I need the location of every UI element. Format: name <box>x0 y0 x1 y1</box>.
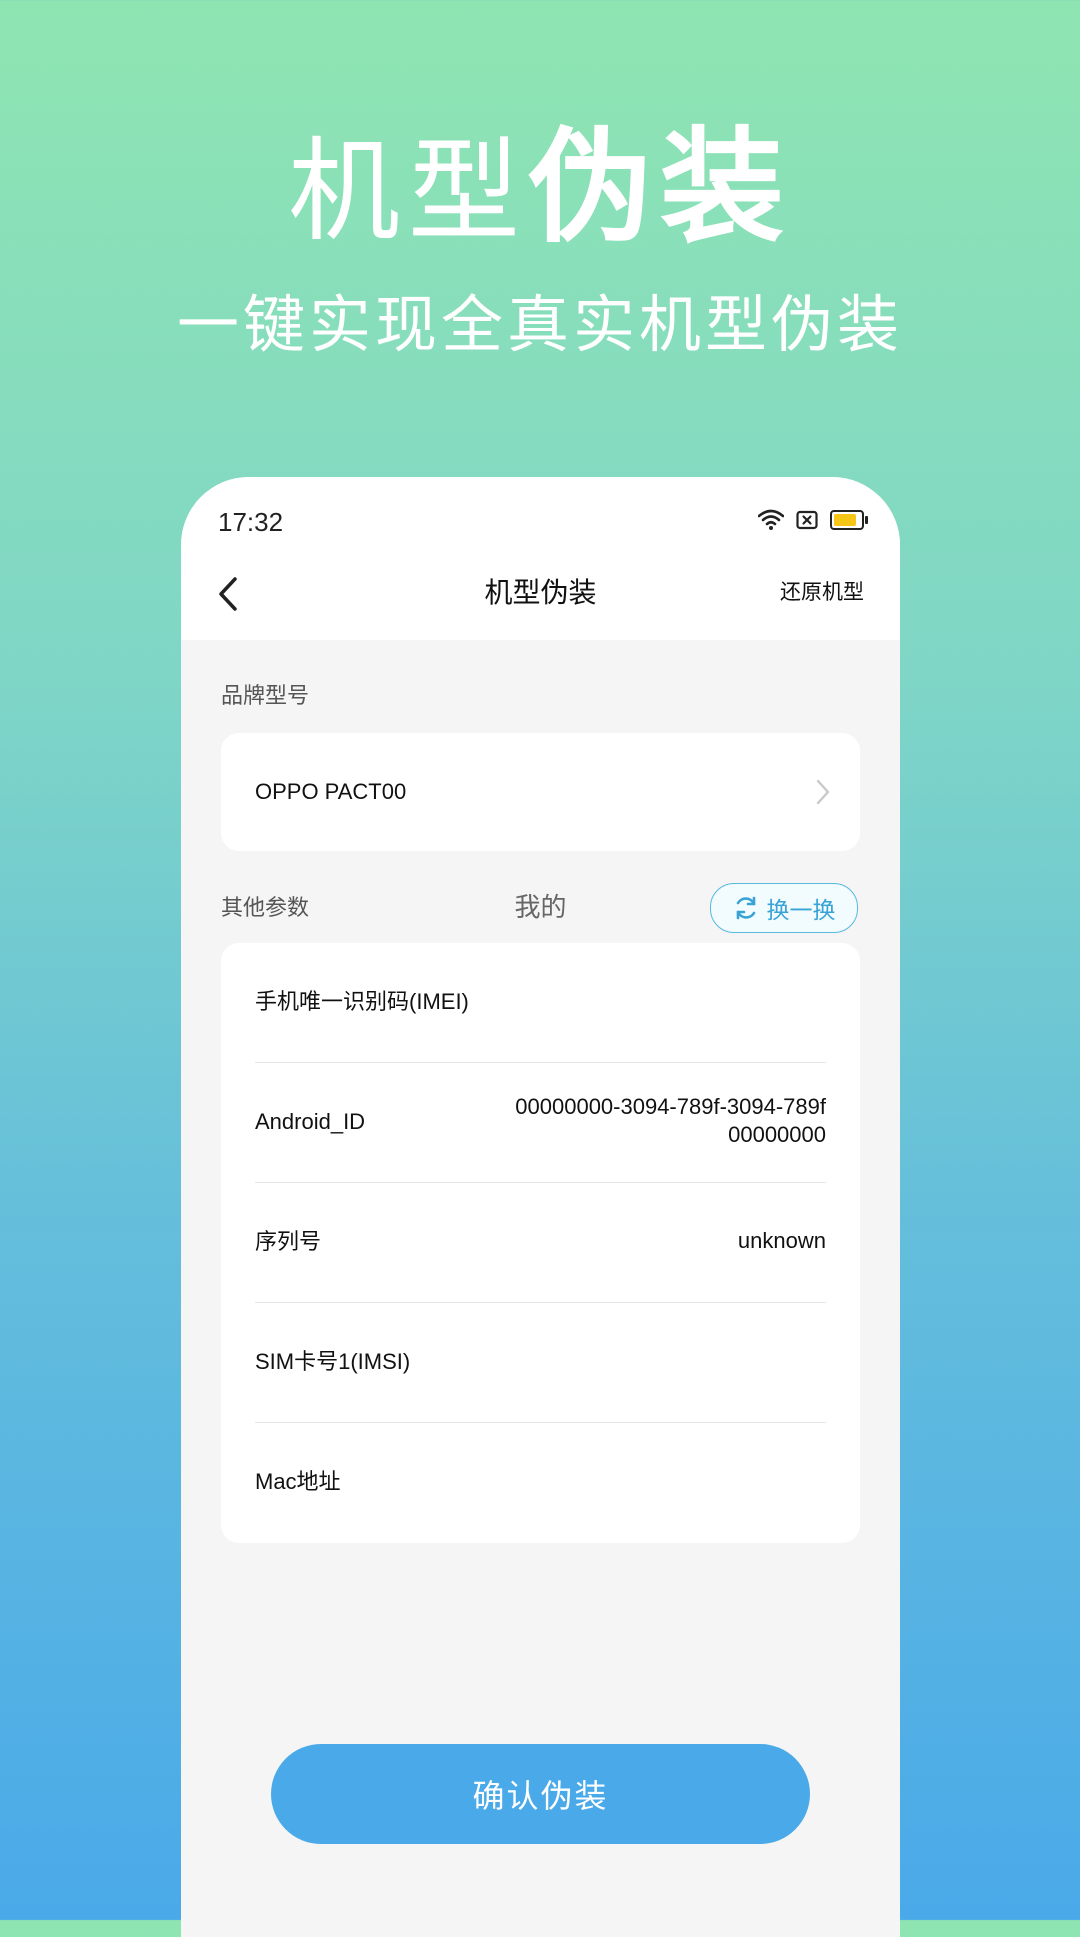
promo-title: 机型伪装 <box>0 118 1080 262</box>
top-bar: 17:32 机型伪装 还原机型 <box>181 477 900 640</box>
promo-title-bold: 伪装 <box>527 119 792 257</box>
restore-model-button[interactable]: 还原机型 <box>780 577 864 609</box>
param-label: SIM卡号1(IMSI) <box>255 1349 411 1374</box>
no-sim-icon <box>796 510 818 530</box>
confirm-disguise-button[interactable]: 确认伪装 <box>271 1744 810 1844</box>
brand-model-selector[interactable]: OPPO PACT00 <box>221 733 860 851</box>
param-label: Android_ID <box>255 1109 366 1134</box>
params-list: 手机唯一识别码(IMEI) Android_ID 00000000-3094-7… <box>221 943 860 1543</box>
refresh-icon <box>736 896 755 920</box>
param-value: unknown <box>737 1228 826 1253</box>
brand-section-label: 品牌型号 <box>221 683 310 708</box>
status-icons <box>758 507 868 533</box>
swap-button[interactable]: 换一换 <box>710 883 858 933</box>
phone-screen: 17:32 机型伪装 还原机型 品牌型号 OPPO PACT00 其他参数 我的… <box>181 477 900 1937</box>
param-row-imei[interactable]: 手机唯一识别码(IMEI) <box>255 943 826 1063</box>
param-row-imsi[interactable]: SIM卡号1(IMSI) <box>255 1303 826 1423</box>
promo-subtitle: 一键实现全真实机型伪装 <box>176 291 903 360</box>
param-label: Mac地址 <box>255 1469 341 1494</box>
chevron-right-icon <box>816 779 830 805</box>
status-time: 17:32 <box>218 507 284 537</box>
param-value: 00000000-3094-789f-3094-789f00000000 <box>515 1094 826 1147</box>
battery-level <box>834 514 857 526</box>
swap-label: 换一换 <box>766 897 836 923</box>
battery-icon <box>830 510 868 530</box>
param-label: 序列号 <box>255 1229 322 1254</box>
param-label: 手机唯一识别码(IMEI) <box>255 989 469 1014</box>
promo-title-light: 机型 <box>287 129 528 254</box>
brand-model-value: OPPO PACT00 <box>255 779 407 804</box>
wifi-icon <box>758 509 784 531</box>
param-row-serial[interactable]: 序列号 unknown <box>255 1183 826 1303</box>
param-row-mac[interactable]: Mac地址 <box>255 1423 826 1543</box>
param-row-android-id[interactable]: Android_ID 00000000-3094-789f-3094-789f0… <box>255 1063 826 1183</box>
